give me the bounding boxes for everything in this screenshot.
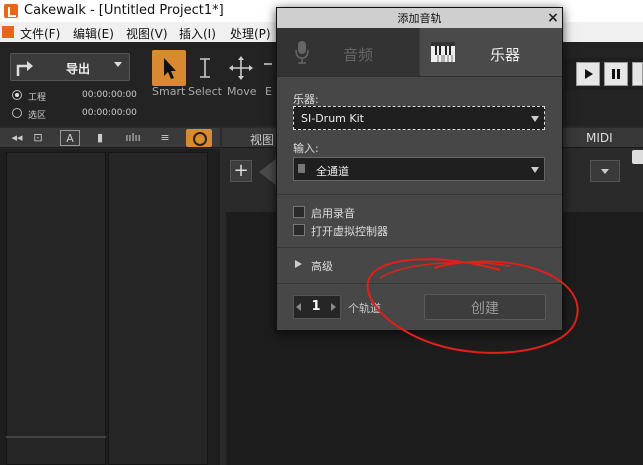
edit-tool-button[interactable]	[260, 50, 276, 86]
increment-icon[interactable]	[331, 303, 336, 311]
edit-tool-icon	[264, 63, 272, 65]
menu-edit[interactable]: 编辑(E)	[73, 25, 114, 42]
enable-record-label: 启用录音	[311, 207, 355, 220]
chevron-down-icon	[531, 167, 539, 173]
project-radio[interactable]	[12, 90, 22, 100]
microphone-icon	[295, 41, 309, 64]
selection-radio[interactable]	[12, 108, 22, 118]
text-a-icon[interactable]: A	[60, 130, 80, 146]
chevron-down-icon	[531, 116, 539, 122]
open-controller-checkbox[interactable]	[293, 224, 305, 236]
channel-strip-icon[interactable]: ▮	[92, 130, 108, 146]
project-label: 工程	[28, 93, 47, 103]
tab-instrument-label: 乐器	[490, 46, 521, 64]
dialog-title: 添加音轨	[397, 12, 442, 25]
cakewalk-logo-icon	[4, 4, 18, 18]
list-icon[interactable]: ≡	[156, 130, 174, 146]
divider	[6, 436, 106, 438]
export-arrow-icon	[16, 61, 33, 76]
side-tab[interactable]	[632, 150, 643, 164]
text-cursor-icon	[200, 58, 210, 78]
menu-process[interactable]: 处理(P)	[230, 25, 271, 42]
smart-tool-label: Smart	[152, 85, 186, 98]
instrument-label: 乐器:	[293, 93, 319, 106]
dialog-pointer	[259, 158, 277, 186]
menu-view[interactable]: 视图(V)	[126, 25, 168, 42]
select-tool-button[interactable]	[188, 50, 222, 86]
menu-file[interactable]: 文件(F)	[20, 25, 60, 42]
menu-app-icon	[2, 26, 14, 38]
smart-cursor-icon	[164, 58, 176, 79]
piano-keys-icon	[431, 42, 455, 62]
select-tool-label: Select	[188, 85, 222, 98]
track-dropdown[interactable]	[590, 160, 620, 182]
project-time: 00:00:00:00	[82, 90, 137, 100]
expand-arrow-icon[interactable]	[295, 260, 302, 268]
enable-record-checkbox[interactable]	[293, 206, 305, 218]
selection-time: 00:00:00:00	[82, 108, 137, 118]
move-tool-button[interactable]	[224, 50, 258, 86]
selection-label: 选区	[28, 111, 47, 121]
chevron-down-icon[interactable]	[114, 62, 122, 67]
midi-menu[interactable]: MIDI	[586, 131, 613, 145]
input-value: 全通道	[316, 165, 349, 178]
instrument-value: SI-Drum Kit	[301, 112, 364, 125]
annotation-circle	[366, 258, 579, 354]
layout-icon[interactable]: ⊡	[30, 130, 46, 146]
open-controller-label: 打开虚拟控制器	[311, 225, 388, 238]
close-button[interactable]: ×	[545, 8, 561, 28]
metronome-button[interactable]	[186, 129, 212, 147]
input-label: 输入:	[293, 142, 319, 155]
menu-insert[interactable]: 插入(I)	[179, 25, 216, 42]
divider	[277, 194, 562, 195]
decrement-icon[interactable]	[296, 303, 301, 311]
pause-button[interactable]	[604, 62, 628, 86]
export-label: 导出	[66, 62, 91, 76]
collapse-left-icon[interactable]: ◂◂	[4, 130, 30, 146]
move-arrows-icon	[229, 56, 253, 80]
add-track-button[interactable]: +	[230, 160, 252, 182]
left-panel-column	[6, 152, 106, 465]
play-button[interactable]	[576, 62, 600, 86]
window-title: Cakewalk - [Untitled Project1*]	[24, 3, 224, 18]
stop-button[interactable]	[632, 62, 643, 86]
edit-tool-label: E	[265, 85, 272, 98]
advanced-toggle[interactable]: 高级	[311, 258, 333, 274]
move-tool-label: Move	[227, 85, 257, 98]
pause-icon	[612, 69, 620, 79]
midi-port-icon	[298, 164, 305, 173]
track-count-value[interactable]: 1	[309, 299, 323, 314]
tab-audio-label: 音频	[343, 46, 374, 64]
smart-tool-button[interactable]	[152, 50, 186, 86]
waveform-icon[interactable]: ıılıı	[120, 130, 146, 146]
view-menu[interactable]: 视图	[250, 131, 274, 148]
play-icon	[585, 69, 593, 79]
left-panel-column	[108, 152, 208, 465]
